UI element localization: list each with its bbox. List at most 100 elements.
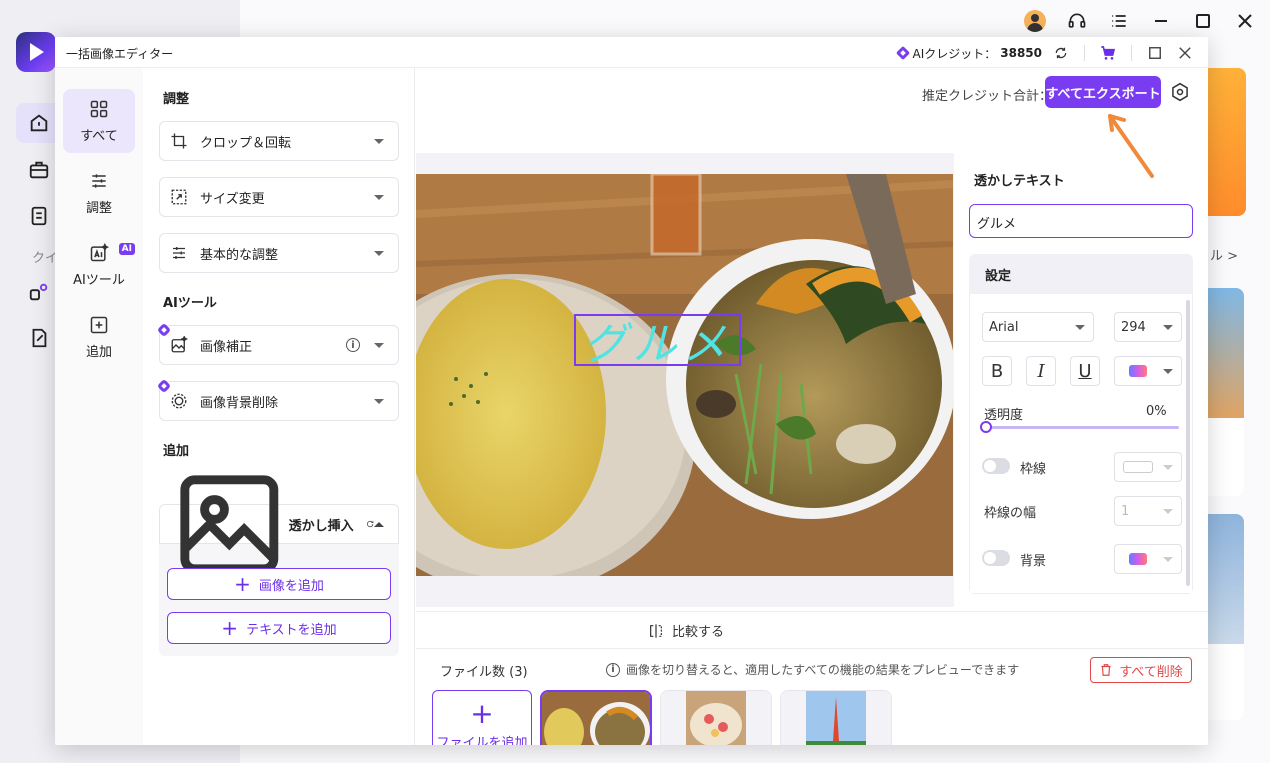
opacity-value: 0%	[1146, 404, 1167, 419]
rail-item-adjust[interactable]: 調整	[63, 161, 135, 225]
opacity-slider[interactable]	[985, 426, 1179, 429]
sliders-icon	[92, 173, 106, 188]
border-width-select[interactable]: 1	[1114, 496, 1182, 526]
add-file-button[interactable]: + ファイルを追加	[432, 690, 532, 745]
section-title-add: 追加	[163, 444, 190, 459]
rail-item-ai-tools[interactable]: AIツール AI	[63, 233, 135, 297]
chevron-down-icon	[1163, 368, 1173, 374]
file-thumbnail[interactable]	[780, 690, 892, 745]
headset-icon[interactable]	[1066, 10, 1088, 32]
color-swatch	[1123, 461, 1153, 473]
more-link[interactable]: ル >	[1210, 245, 1238, 264]
resize-icon	[171, 189, 187, 205]
settings-scrollbar[interactable]	[1186, 300, 1190, 586]
tools-panel: 調整 クロップ＆回転 サイズ変更 基本的な調整 AIツール 画像補正 i 画像背…	[143, 68, 415, 745]
font-size-value: 294	[1121, 319, 1146, 335]
color-swatch	[1129, 365, 1147, 377]
resize-accordion[interactable]: サイズ変更	[159, 177, 399, 217]
font-size-select[interactable]: 294	[1114, 312, 1182, 342]
window-close-icon[interactable]	[1174, 42, 1196, 64]
chevron-down-icon	[1163, 464, 1173, 470]
underline-button[interactable]: U	[1070, 356, 1100, 386]
hint-text: 画像を切り替えると、適用したすべての機能の結果をプレビューできます	[626, 663, 1020, 677]
button-label: 画像を追加	[258, 578, 324, 594]
chevron-down-icon	[1163, 324, 1173, 330]
rail-label: 追加	[85, 344, 112, 360]
watermark-text-input[interactable]: グルメ	[969, 204, 1193, 238]
window-maximize-icon[interactable]	[1144, 42, 1166, 64]
background-label: 背景	[1020, 554, 1047, 569]
watermark-accordion[interactable]: 透かし挿入	[159, 475, 399, 573]
settings-header: 設定	[969, 254, 1193, 294]
accordion-label: 画像背景削除	[200, 395, 279, 411]
color-swatch	[1129, 553, 1147, 565]
rail-label: 調整	[85, 200, 112, 216]
avatar[interactable]	[1024, 10, 1046, 32]
font-family-select[interactable]: Arial	[982, 312, 1094, 342]
plus-icon: +	[221, 616, 239, 640]
batch-editor-window: 一括画像エディター AIクレジット： 38850 すべて 調整 AIツール AI…	[55, 37, 1208, 745]
border-color-picker[interactable]	[1114, 452, 1182, 482]
cart-icon[interactable]	[1097, 42, 1119, 64]
chevron-down-icon	[1075, 324, 1085, 330]
settings-gear-icon[interactable]	[1170, 82, 1190, 102]
menu-icon[interactable]	[1108, 10, 1130, 32]
background-toggle[interactable]	[982, 550, 1010, 566]
border-width-value: 1	[1121, 503, 1130, 519]
premium-badge-icon	[158, 324, 170, 336]
properties-panel: 透かしテキスト グルメ 設定 Arial 294 B I U 透明度 0% 枠線…	[954, 146, 1208, 606]
info-icon: i	[606, 662, 620, 677]
enhance-accordion[interactable]: 画像補正 i	[159, 325, 399, 365]
credit-gem-icon	[897, 47, 909, 59]
settings-body: Arial 294 B I U 透明度 0% 枠線 枠線の幅 1 背景	[969, 294, 1193, 594]
bg-remove-accordion[interactable]: 画像背景削除	[159, 381, 399, 421]
estimate-label: 推定クレジット合計：	[921, 89, 1052, 104]
ai-credit-value: 38850	[1000, 46, 1042, 60]
close-icon[interactable]	[1234, 10, 1256, 32]
pointer-arrow-icon	[1108, 114, 1154, 178]
file-thumbnail[interactable]	[660, 690, 772, 745]
image-icon	[180, 475, 279, 573]
basic-adjust-accordion[interactable]: 基本的な調整	[159, 233, 399, 273]
watermark-text-overlay[interactable]: グルメ	[574, 314, 741, 370]
accordion-label: 基本的な調整	[200, 247, 279, 263]
section-title-ai: AIツール	[163, 296, 217, 311]
bold-button[interactable]: B	[982, 356, 1012, 386]
add-text-button[interactable]: + テキストを追加	[167, 612, 391, 644]
border-toggle[interactable]	[982, 458, 1010, 474]
file-thumbnail[interactable]	[540, 690, 652, 745]
title-bar: 一括画像エディター AIクレジット： 38850	[55, 37, 1208, 68]
preview-hint: i 画像を切り替えると、適用したすべての機能の結果をプレビューできます	[606, 661, 1019, 678]
ai-credit-label: AIクレジット：	[912, 46, 997, 61]
section-title-adjust: 調整	[163, 92, 190, 107]
preview-image: グルメ	[416, 174, 953, 576]
rail-item-add[interactable]: 追加	[63, 305, 135, 369]
text-color-picker[interactable]	[1114, 356, 1182, 386]
premium-badge-icon	[158, 380, 170, 392]
opacity-slider-handle[interactable]	[980, 421, 992, 433]
maximize-icon[interactable]	[1192, 10, 1214, 32]
delete-all-button[interactable]: すべて削除	[1090, 657, 1192, 683]
refresh-icon[interactable]	[1050, 42, 1072, 64]
plus-square-icon	[90, 316, 108, 333]
info-icon[interactable]: i	[346, 338, 360, 352]
grid-icon	[90, 100, 108, 117]
watermark-text-header: 透かしテキスト	[974, 174, 1065, 189]
rail-label: すべて	[80, 128, 118, 144]
background-color-picker[interactable]	[1114, 544, 1182, 574]
crop-rotate-accordion[interactable]: クロップ＆回転	[159, 121, 399, 161]
app-logo	[16, 32, 56, 72]
reset-icon[interactable]	[366, 516, 374, 532]
opacity-label: 透明度	[984, 408, 1024, 423]
compare-button[interactable]: 比較する	[648, 621, 724, 640]
add-image-button[interactable]: + 画像を追加	[167, 568, 391, 600]
italic-button[interactable]: I	[1026, 356, 1056, 386]
add-file-label: ファイルを追加	[436, 736, 528, 745]
background-toolbar	[1024, 10, 1256, 32]
export-all-button[interactable]: すべてエクスポート	[1045, 76, 1161, 108]
category-rail: すべて 調整 AIツール AI 追加	[55, 68, 143, 745]
rail-item-all[interactable]: すべて	[63, 89, 135, 153]
chevron-down-icon	[1163, 508, 1173, 514]
accordion-label: 画像補正	[200, 339, 253, 355]
minimize-icon[interactable]	[1150, 10, 1172, 32]
